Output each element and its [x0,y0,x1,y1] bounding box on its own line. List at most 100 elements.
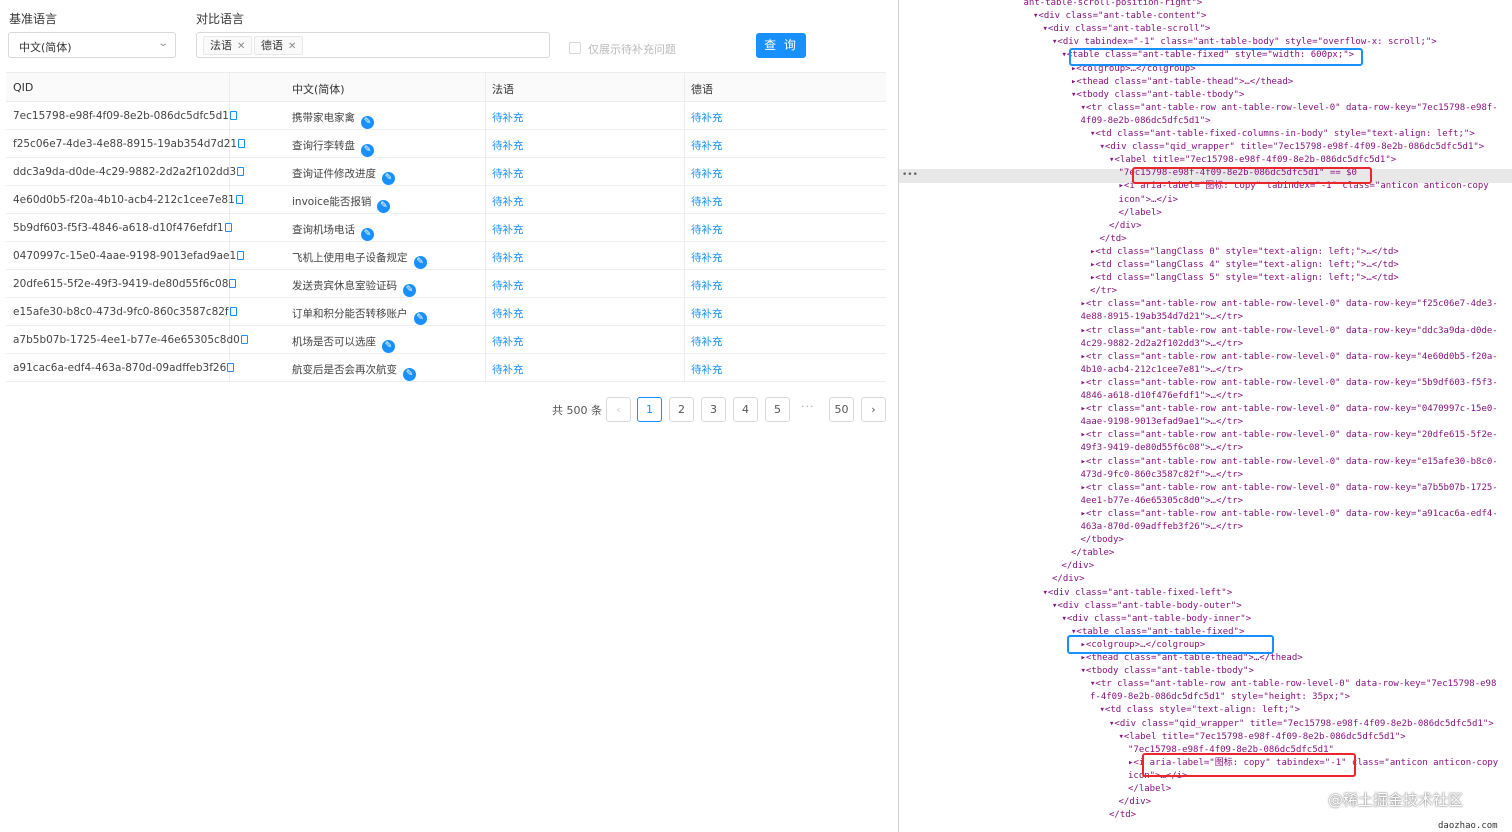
dom-tree-line[interactable]: </label> [1119,207,1162,220]
de-cell[interactable]: 待补充 [691,250,723,265]
fr-cell[interactable]: 待补充 [492,306,524,321]
copy-icon[interactable] [227,363,235,372]
de-cell[interactable]: 待补充 [691,166,723,181]
de-cell[interactable]: 待补充 [691,278,723,293]
pagination-prev-button[interactable]: ‹ [606,397,631,422]
dom-tree-line[interactable]: ▸<tr class="ant-table-row ant-table-row-… [1081,298,1498,311]
dom-tree-line[interactable]: ▸<td class="langClass 4" style="text-ali… [1090,259,1399,272]
de-cell[interactable]: 待补充 [691,194,723,209]
fr-cell[interactable]: 待补充 [492,278,524,293]
dom-tree-line[interactable]: ▸<tr class="ant-table-row ant-table-row-… [1081,508,1498,521]
close-icon[interactable]: ✕ [288,41,296,52]
de-cell[interactable]: 待补充 [691,334,723,349]
dom-tree-line[interactable]: 463a-870d-09adffeb3f26">…</tr> [1081,521,1244,534]
edit-icon[interactable]: ✎ [403,368,416,381]
dom-tree-line[interactable]: ▸<tr class="ant-table-row ant-table-row-… [1081,456,1498,469]
dom-tree-line[interactable]: ▾<div class="qid_wrapper" title="7ec1579… [1109,718,1494,731]
query-button[interactable]: 查 询 [756,33,806,58]
dom-tree-line[interactable]: 4ee1-b77e-46e65305c8d0">…</tr> [1081,495,1244,508]
dom-tree-line[interactable]: ▸<tr class="ant-table-row ant-table-row-… [1081,482,1498,495]
pagination-ellipsis[interactable]: ··· [801,400,815,413]
dom-tree-line[interactable]: </td> [1109,809,1136,822]
fr-cell[interactable]: 待补充 [492,138,524,153]
de-cell[interactable]: 待补充 [691,138,723,153]
copy-icon[interactable] [229,279,237,288]
dom-tree-line[interactable]: </label> [1128,783,1171,796]
fr-cell[interactable]: 待补充 [492,362,524,377]
copy-icon[interactable] [235,195,243,204]
dom-tree-line[interactable]: ▾<div class="qid_wrapper" title="7ec1579… [1100,141,1485,154]
dom-tree-line[interactable]: ▸<td class="langClass 5" style="text-ali… [1090,272,1399,285]
dom-tree-line[interactable]: </table> [1071,547,1114,560]
fr-cell[interactable]: 待补充 [492,222,524,237]
edit-icon[interactable]: ✎ [382,172,395,185]
dom-tree-line[interactable]: 4b10-acb4-212c1cee7e81">…</tr> [1081,364,1244,377]
dom-tree-line[interactable]: ▾<tr class="ant-table-row ant-table-row-… [1090,678,1496,691]
copy-icon[interactable] [238,139,246,148]
dom-tree-line[interactable]: f-4f09-8e2b-086dc5dfc5d1" style="height:… [1090,691,1350,704]
dom-tree-line[interactable]: ▾<label title="7ec15798-e98f-4f09-8e2b-0… [1109,154,1396,167]
fr-cell[interactable]: 待补充 [492,334,524,349]
edit-icon[interactable]: ✎ [382,340,395,353]
fr-cell[interactable]: 待补充 [492,110,524,125]
pagination-next-button[interactable]: › [861,397,886,422]
dom-tree-line[interactable]: </tbody> [1081,534,1124,547]
pagination-page-last[interactable]: 50 [829,397,854,422]
dom-tree-line[interactable]: ▸<td class="langClass 0" style="text-ali… [1090,246,1399,259]
dom-tree-line[interactable]: ▸<tr class="ant-table-row ant-table-row-… [1081,429,1498,442]
edit-icon[interactable]: ✎ [413,312,427,325]
only-pending-checkbox[interactable] [569,42,581,54]
dom-tree-line[interactable]: </td> [1100,233,1127,246]
copy-icon[interactable] [240,335,248,344]
dom-tree-line[interactable]: ▸<tr class="ant-table-row ant-table-row-… [1081,403,1498,416]
dom-tree-line[interactable]: 4846-a618-d10f476efdf1">…</tr> [1081,390,1244,403]
dom-tree-line[interactable]: ▾<td class="ant-table-fixed-columns-in-b… [1090,128,1475,141]
de-cell[interactable]: 待补充 [691,110,723,125]
pagination-page-4[interactable]: 4 [733,397,758,422]
pagination-page-5[interactable]: 5 [765,397,790,422]
dom-tree-line[interactable]: ▾<tbody class="ant-table-tbody"> [1071,89,1244,102]
dom-tree-line[interactable]: ▾<div class="ant-table-fixed-left"> [1043,587,1233,600]
dom-tree-line[interactable]: 4c29-9882-2d2a2f102dd3">…</tr> [1081,338,1244,351]
fr-cell[interactable]: 待补充 [492,166,524,181]
dom-tree-line[interactable]: 473d-9fc0-860c3587c82f">…</tr> [1081,469,1244,482]
dom-tree-line[interactable]: </div> [1119,796,1152,809]
edit-icon[interactable]: ✎ [403,284,416,297]
fr-cell[interactable]: 待补充 [492,250,524,265]
dom-tree-line[interactable]: ▾<div class="ant-table-scroll"> [1043,23,1211,36]
pagination-page-1[interactable]: 1 [637,397,662,422]
edit-icon[interactable]: ✎ [361,228,374,241]
dom-tree-line[interactable]: icon">…</i> [1119,194,1179,207]
fr-cell[interactable]: 待补充 [492,194,524,209]
dom-tree-line[interactable]: 4e88-8915-19ab354d7d21">…</tr> [1081,311,1244,324]
dom-tree-line[interactable]: ▸<thead class="ant-table-thead">…</thead… [1071,76,1293,89]
dom-tree-line[interactable]: ▾<div class="ant-table-body-inner"> [1062,613,1252,626]
dom-tree-line[interactable]: ant-table-scroll-position-right"> [1024,0,1203,10]
dom-tree-line[interactable]: 49f3-9419-de80d55f6c08">…</tr> [1081,442,1244,455]
copy-icon[interactable] [224,223,232,232]
dom-tree-line[interactable]: ▾<td class style="text-align: left;"> [1100,704,1300,717]
dom-tree-line[interactable]: ▾<label title="7ec15798-e98f-4f09-8e2b-0… [1119,731,1406,744]
dom-tree-line[interactable]: ▸<tr class="ant-table-row ant-table-row-… [1081,351,1498,364]
dom-tree-line[interactable]: </div> [1109,220,1142,233]
dom-tree-line[interactable]: ▾<tbody class="ant-table-tbody"> [1081,665,1254,678]
copy-icon[interactable] [237,251,245,260]
dom-tree-line[interactable]: ▸<tr class="ant-table-row ant-table-row-… [1081,377,1498,390]
copy-icon[interactable] [237,167,245,176]
edit-icon[interactable]: ✎ [413,256,427,269]
edit-icon[interactable]: ✎ [377,200,391,213]
dom-tree-line[interactable]: ▾<tr class="ant-table-row ant-table-row-… [1081,102,1498,115]
pagination-page-2[interactable]: 2 [669,397,694,422]
de-cell[interactable]: 待补充 [691,306,723,321]
dom-tree-line[interactable]: ▸<tr class="ant-table-row ant-table-row-… [1081,325,1498,338]
edit-icon[interactable]: ✎ [361,116,374,129]
de-cell[interactable]: 待补充 [691,222,723,237]
dom-tree-line[interactable]: ▾<div class="ant-table-body-outer"> [1052,600,1242,613]
dom-tree-line[interactable]: 4aae-9198-9013efad9ae1">…</tr> [1081,416,1244,429]
dom-tree-line[interactable]: </div> [1062,560,1095,573]
dom-tree-line[interactable]: ▾<div class="ant-table-content"> [1033,10,1206,23]
edit-icon[interactable]: ✎ [361,144,374,157]
pagination-page-3[interactable]: 3 [701,397,726,422]
de-cell[interactable]: 待补充 [691,362,723,377]
node-actions-dots[interactable]: ••• [902,170,918,180]
